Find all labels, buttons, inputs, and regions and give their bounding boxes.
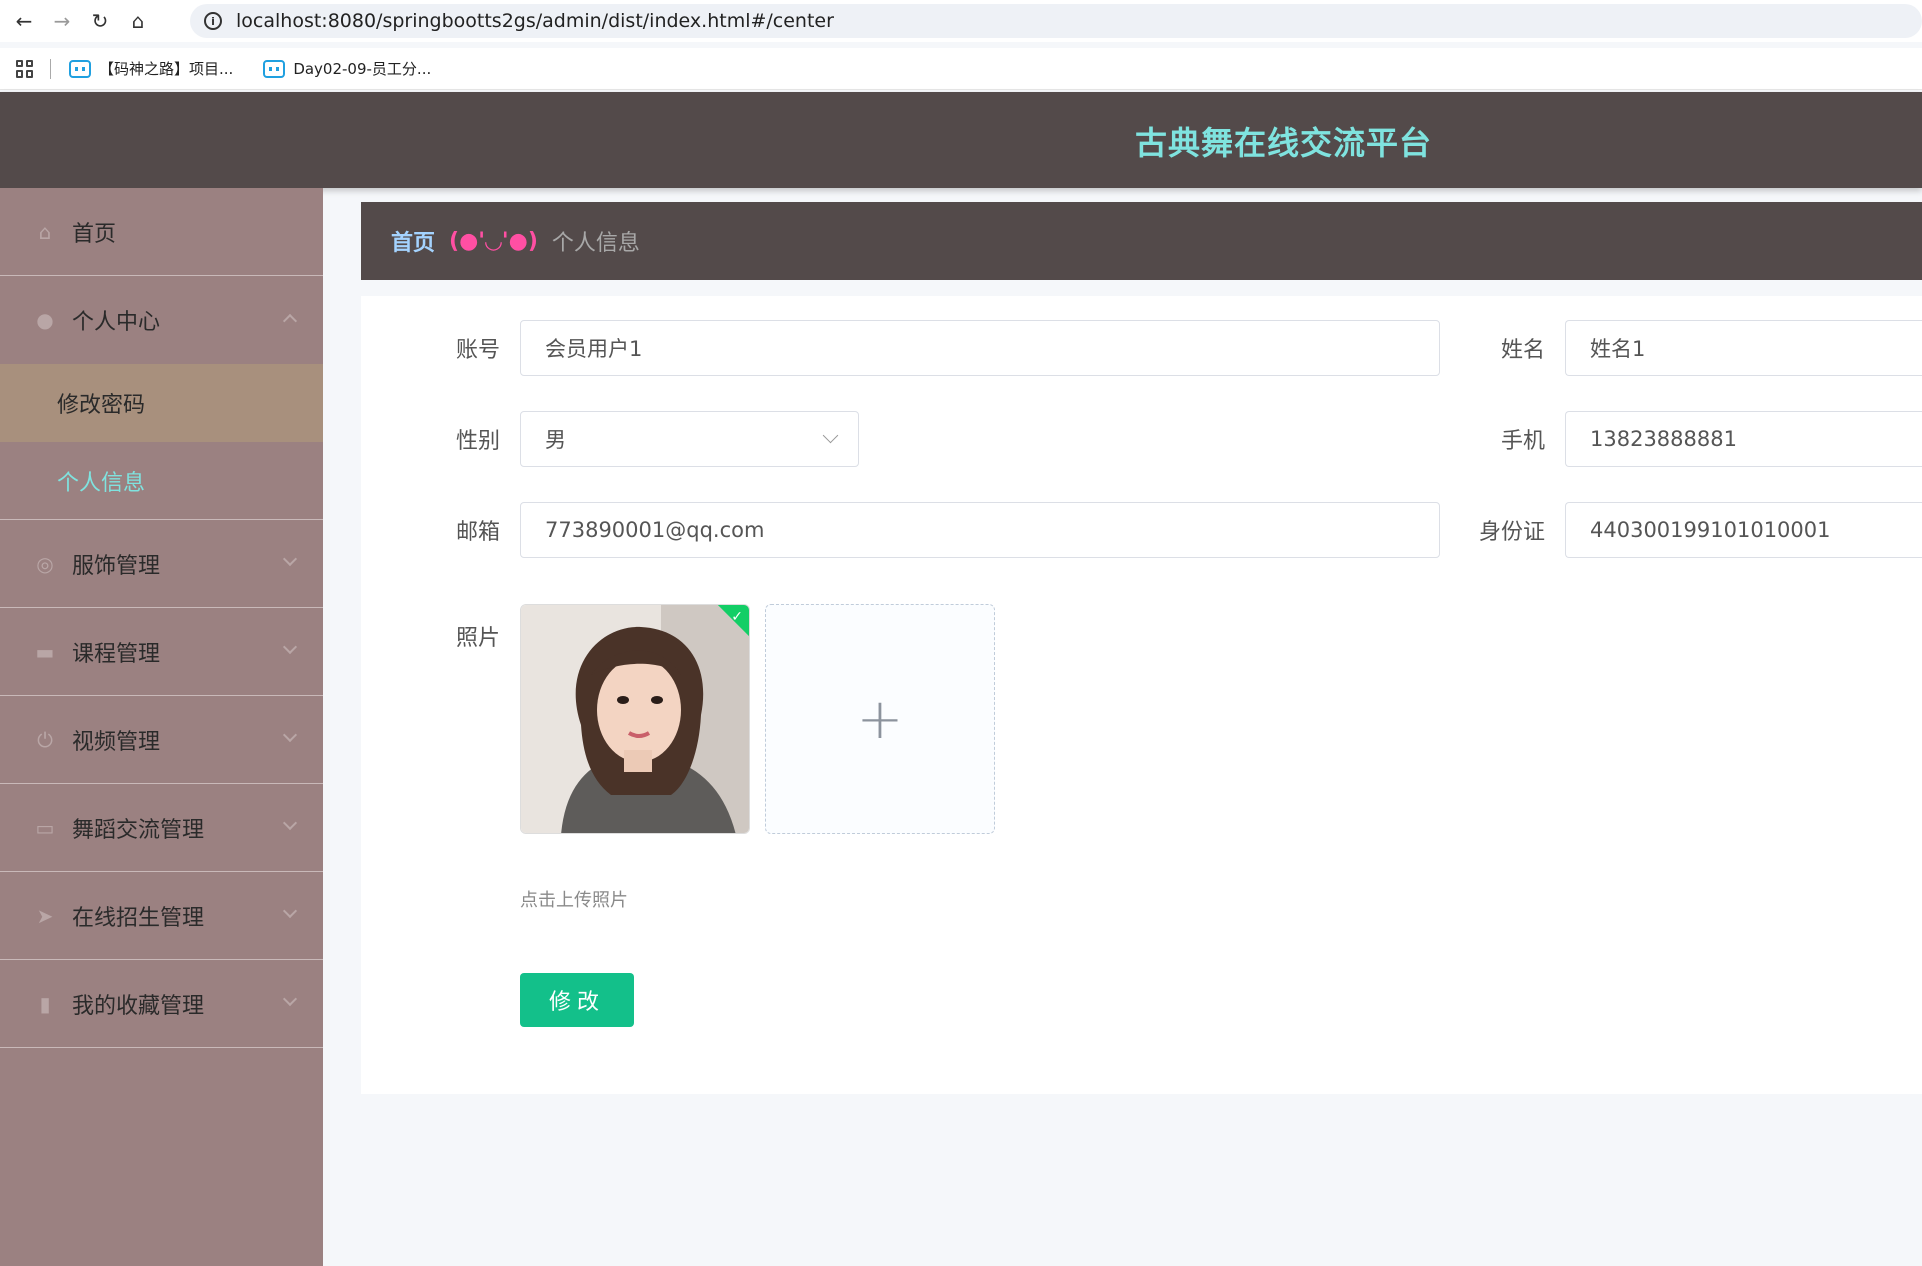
sidebar-item-enrollment[interactable]: ➤ 在线招生管理 <box>0 872 323 960</box>
main-content: 首页 (●'◡'●) 个人信息 账号 会员用户1 姓名 姓名1 性别 男 手机 … <box>361 202 1922 1094</box>
idcard-label: 身份证 <box>1478 520 1545 545</box>
account-label: 账号 <box>455 338 500 363</box>
phone-field[interactable]: 13823888881 <box>1565 411 1922 467</box>
chevron-up-icon <box>282 313 298 329</box>
chevron-down-icon <box>282 639 298 655</box>
home-browser-icon[interactable]: ⌂ <box>124 7 152 35</box>
sidebar-item-video[interactable]: ⏻ 视频管理 <box>0 696 323 784</box>
sidebar-subitem-personal-info[interactable]: 个人信息 <box>0 442 323 520</box>
chevron-down-icon <box>822 427 839 444</box>
bookmarks-divider <box>50 58 51 79</box>
app-title: 古典舞在线交流平台 <box>1135 124 1433 162</box>
back-icon[interactable]: ← <box>10 7 38 35</box>
name-label: 姓名 <box>1500 338 1545 363</box>
monitor-icon: ▭ <box>35 815 55 840</box>
account-field[interactable]: 会员用户1 <box>520 320 1440 376</box>
url-text[interactable]: localhost:8080/springbootts2gs/admin/dis… <box>236 10 834 32</box>
forward-icon[interactable]: → <box>48 7 76 35</box>
user-icon: ● <box>36 308 54 332</box>
sidebar-item-dance-exchange[interactable]: ▭ 舞蹈交流管理 <box>0 784 323 872</box>
address-bar[interactable]: i localhost:8080/springbootts2gs/admin/d… <box>190 4 1922 38</box>
chevron-down-icon <box>282 991 298 1007</box>
name-field[interactable]: 姓名1 <box>1565 320 1922 376</box>
upload-trigger[interactable]: + <box>765 604 995 834</box>
profile-form: 账号 会员用户1 姓名 姓名1 性别 男 手机 13823888881 邮箱 7… <box>361 296 1922 1094</box>
sidebar-item-personal-center[interactable]: ● 个人中心 <box>0 276 323 364</box>
sidebar-item-favorites[interactable]: ▮ 我的收藏管理 <box>0 960 323 1048</box>
submit-button[interactable]: 修改 <box>520 973 634 1027</box>
breadcrumb-home[interactable]: 首页 <box>391 225 435 257</box>
profile-photo[interactable]: ✓ <box>520 604 750 834</box>
gender-select[interactable]: 男 <box>520 411 859 467</box>
breadcrumb-current: 个人信息 <box>551 231 640 256</box>
sidebar-item-costume[interactable]: ◎ 服饰管理 <box>0 520 323 608</box>
idcard-field[interactable]: 440300199101010001 <box>1565 502 1922 558</box>
site-info-icon[interactable]: i <box>204 12 222 30</box>
gender-label: 性别 <box>455 429 500 454</box>
bookmark-icon: ▮ <box>39 991 51 1016</box>
reload-icon[interactable]: ↻ <box>86 7 114 35</box>
ticket-icon: ▬ <box>35 639 55 664</box>
phone-label: 手机 <box>1500 429 1545 454</box>
plus-icon: + <box>856 686 904 752</box>
send-icon: ➤ <box>36 903 54 928</box>
app-header: 古典舞在线交流平台 <box>0 92 1922 188</box>
check-icon: ✓ <box>731 609 743 625</box>
chevron-down-icon <box>282 727 298 743</box>
apps-grid-icon[interactable] <box>16 59 34 78</box>
power-icon: ⏻ <box>37 727 53 752</box>
home-icon: ⌂ <box>38 219 52 244</box>
chevron-down-icon <box>282 551 298 567</box>
bookmark-item[interactable]: Day02-09-员工分... <box>263 58 431 79</box>
email-label: 邮箱 <box>455 520 500 545</box>
sidebar-item-home[interactable]: ⌂ 首页 <box>0 188 323 276</box>
portrait-image <box>521 605 749 833</box>
chevron-down-icon <box>282 903 298 919</box>
photo-label: 照片 <box>455 626 500 651</box>
bookmarks-bar: 【码神之路】项目... Day02-09-员工分... <box>0 48 1922 90</box>
bookmark-item[interactable]: 【码神之路】项目... <box>69 58 233 79</box>
bilibili-icon <box>263 59 286 78</box>
sidebar-item-course[interactable]: ▬ 课程管理 <box>0 608 323 696</box>
browser-toolbar: ← → ↻ ⌂ i localhost:8080/springbootts2gs… <box>0 0 1922 42</box>
sidebar: ⌂ 首页 ● 个人中心 修改密码 个人信息 ◎ 服饰管理 ▬ 课程管理 ⏻ 视频… <box>0 188 323 1266</box>
sidebar-subitem-change-password[interactable]: 修改密码 <box>0 364 323 442</box>
circle-icon: ◎ <box>36 551 54 576</box>
bilibili-icon <box>69 59 91 78</box>
breadcrumb: 首页 (●'◡'●) 个人信息 <box>361 202 1922 280</box>
upload-tip: 点击上传照片 <box>520 890 628 911</box>
breadcrumb-separator: (●'◡'●) <box>449 228 538 254</box>
email-field[interactable]: 773890001@qq.com <box>520 502 1440 558</box>
chevron-down-icon <box>282 815 298 831</box>
